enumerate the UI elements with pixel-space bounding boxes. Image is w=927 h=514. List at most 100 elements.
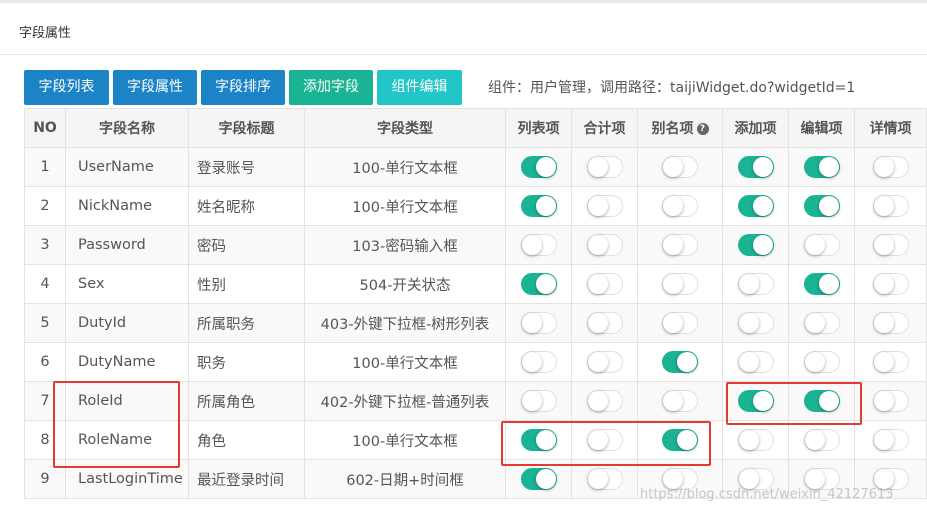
alias-toggle-switch[interactable]	[662, 390, 698, 412]
alias-toggle-switch[interactable]	[662, 156, 698, 178]
list-toggle-switch[interactable]	[520, 390, 557, 412]
list-toggle-switch[interactable]	[520, 156, 557, 178]
detail-toggle-switch[interactable]	[872, 312, 909, 334]
component-edit-button[interactable]: 组件编辑	[377, 69, 462, 105]
detail-toggle-switch[interactable]	[872, 429, 909, 451]
sum-toggle-switch[interactable]	[586, 234, 623, 256]
table-row: 8 RoleName 角色 100-单行文本框	[24, 420, 927, 460]
alias-toggle-switch[interactable]	[662, 273, 698, 295]
list-toggle-switch[interactable]	[520, 351, 557, 373]
add-field-button[interactable]: 添加字段	[289, 69, 373, 105]
add-toggle-switch[interactable]	[737, 234, 774, 256]
edit-toggle-switch[interactable]	[803, 273, 840, 295]
alias-toggle-switch[interactable]	[662, 234, 698, 256]
toggle-knob	[738, 313, 759, 333]
detail-toggle-switch[interactable]	[872, 195, 909, 217]
row-number: 1	[24, 147, 66, 187]
edit-toggle-switch[interactable]	[803, 234, 840, 256]
list-toggle-switch[interactable]	[520, 195, 557, 217]
detail-toggle-switch[interactable]	[872, 390, 909, 412]
toggle-knob	[663, 313, 683, 333]
edit-toggle-cell	[788, 381, 855, 421]
toggle-knob	[587, 469, 608, 489]
row-number: 3	[24, 225, 66, 265]
toggle-knob	[873, 274, 894, 294]
toggle-knob	[873, 430, 894, 450]
sum-toggle-cell	[571, 420, 638, 460]
edit-toggle-cell	[788, 342, 855, 382]
edit-toggle-cell	[788, 147, 855, 187]
alias-toggle-switch[interactable]	[662, 429, 698, 451]
add-toggle-switch[interactable]	[737, 273, 774, 295]
toggle-knob	[873, 391, 894, 411]
table-row: 1 UserName 登录账号 100-单行文本框	[24, 147, 927, 187]
add-toggle-switch[interactable]	[737, 390, 774, 412]
header-field-title: 字段标题	[188, 108, 305, 148]
sum-toggle-switch[interactable]	[586, 312, 623, 334]
toggle-knob	[818, 391, 839, 411]
toggle-knob	[535, 274, 556, 294]
toggle-knob	[663, 235, 683, 255]
panel-title: 字段属性	[0, 3, 927, 55]
sum-toggle-switch[interactable]	[586, 429, 623, 451]
alias-toggle-switch[interactable]	[662, 195, 698, 217]
field-name-cell: Password	[65, 225, 189, 265]
list-toggle-switch[interactable]	[520, 273, 557, 295]
detail-toggle-switch[interactable]	[872, 351, 909, 373]
edit-toggle-cell	[788, 303, 855, 343]
sum-toggle-switch[interactable]	[586, 156, 623, 178]
add-toggle-cell	[722, 186, 789, 226]
question-circle-icon[interactable]: ?	[696, 123, 709, 135]
edit-toggle-switch[interactable]	[803, 312, 840, 334]
add-toggle-switch[interactable]	[737, 429, 774, 451]
sum-toggle-switch[interactable]	[586, 351, 623, 373]
sum-toggle-switch[interactable]	[586, 390, 623, 412]
edit-toggle-switch[interactable]	[803, 390, 840, 412]
detail-toggle-switch[interactable]	[872, 156, 909, 178]
field-properties-button[interactable]: 字段属性	[113, 69, 197, 105]
edit-toggle-switch[interactable]	[803, 195, 840, 217]
detail-toggle-switch[interactable]	[872, 273, 909, 295]
toggle-knob	[535, 196, 556, 216]
sum-toggle-switch[interactable]	[586, 195, 623, 217]
add-toggle-switch[interactable]	[737, 351, 774, 373]
watermark: https://blog.csdn.net/weixin_42127613	[640, 487, 894, 502]
field-type-cell: 100-单行文本框	[304, 186, 506, 226]
add-toggle-switch[interactable]	[737, 156, 774, 178]
edit-toggle-cell	[788, 186, 855, 226]
toggle-knob	[873, 469, 894, 489]
edit-toggle-switch[interactable]	[803, 429, 840, 451]
edit-toggle-switch[interactable]	[803, 156, 840, 178]
field-name-cell: LastLoginTime	[65, 459, 189, 499]
toggle-knob	[663, 391, 683, 411]
list-toggle-switch[interactable]	[520, 468, 557, 490]
edit-toggle-switch[interactable]	[803, 351, 840, 373]
field-name-cell: NickName	[65, 186, 189, 226]
toggle-knob	[587, 235, 608, 255]
table-row: 6 DutyName 职务 100-单行文本框	[24, 342, 927, 382]
toggle-knob	[535, 157, 556, 177]
field-sort-button[interactable]: 字段排序	[201, 69, 285, 105]
alias-toggle-switch[interactable]	[662, 312, 698, 334]
add-toggle-switch[interactable]	[737, 312, 774, 334]
field-name-cell: DutyId	[65, 303, 189, 343]
detail-toggle-switch[interactable]	[872, 234, 909, 256]
table-row: 3 Password 密码 103-密码输入框	[24, 225, 927, 265]
sum-toggle-switch[interactable]	[586, 468, 623, 490]
alias-toggle-switch[interactable]	[662, 351, 698, 373]
field-title-cell: 所属职务	[188, 303, 305, 343]
field-title-cell: 职务	[188, 342, 305, 382]
sum-toggle-switch[interactable]	[586, 273, 623, 295]
field-list-button[interactable]: 字段列表	[24, 69, 109, 105]
list-toggle-switch[interactable]	[520, 234, 557, 256]
sum-toggle-cell	[571, 303, 638, 343]
list-toggle-switch[interactable]	[520, 429, 557, 451]
alias-toggle-cell	[637, 381, 723, 421]
toggle-knob	[663, 196, 683, 216]
sum-toggle-cell	[571, 459, 638, 499]
add-toggle-switch[interactable]	[737, 195, 774, 217]
toggle-knob	[752, 157, 773, 177]
toggle-knob	[738, 352, 759, 372]
list-toggle-switch[interactable]	[520, 312, 557, 334]
toggle-knob	[521, 313, 542, 333]
